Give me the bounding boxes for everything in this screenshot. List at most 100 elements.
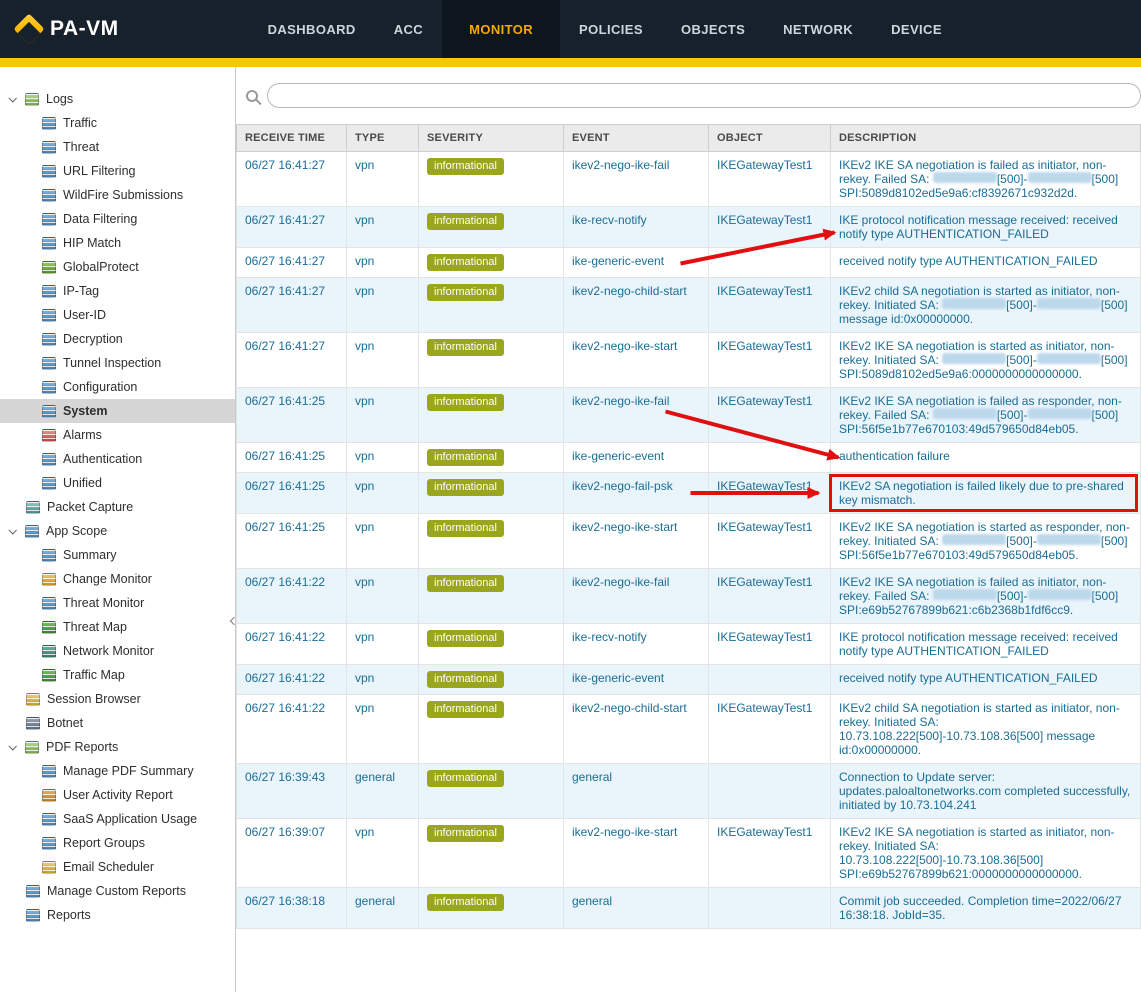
cell-object <box>709 888 831 929</box>
cell-object: IKEGatewayTest1 <box>709 278 831 333</box>
column-header-object[interactable]: OBJECT <box>709 125 831 152</box>
severity-badge: informational <box>427 479 504 496</box>
column-header-receive-time[interactable]: RECEIVE TIME <box>237 125 347 152</box>
log-row[interactable]: 06/27 16:41:27vpninformationalikev2-nego… <box>237 152 1141 207</box>
email-scheduler-icon <box>42 861 56 874</box>
sidebar-item-manage-pdf-summary[interactable]: Manage PDF Summary <box>0 759 235 783</box>
chevron-down-icon[interactable] <box>8 94 16 102</box>
cell-description: IKEv2 IKE SA negotiation is failed as re… <box>831 388 1141 443</box>
data-filtering-icon <box>42 213 56 226</box>
tab-objects[interactable]: OBJECTS <box>662 0 764 58</box>
log-filter-input[interactable] <box>267 83 1141 108</box>
sidebar-item-pdf-reports[interactable]: PDF Reports <box>0 735 235 759</box>
sidebar-item-manage-custom-reports[interactable]: Manage Custom Reports <box>0 879 235 903</box>
tab-acc[interactable]: ACC <box>375 0 442 58</box>
sidebar-item-saas-application-usage[interactable]: SaaS Application Usage <box>0 807 235 831</box>
botnet-icon <box>26 717 40 730</box>
sidebar-item-data-filtering[interactable]: Data Filtering <box>0 207 235 231</box>
sidebar-item-user-id[interactable]: User-ID <box>0 303 235 327</box>
severity-badge: informational <box>427 158 504 175</box>
log-row[interactable]: 06/27 16:38:18generalinformationalgenera… <box>237 888 1141 929</box>
sidebar-item-url-filtering[interactable]: URL Filtering <box>0 159 235 183</box>
sidebar-item-session-browser[interactable]: Session Browser <box>0 687 235 711</box>
log-row[interactable]: 06/27 16:39:07vpninformationalikev2-nego… <box>237 819 1141 888</box>
tab-device[interactable]: DEVICE <box>872 0 961 58</box>
sidebar-item-globalprotect[interactable]: GlobalProtect <box>0 255 235 279</box>
cell-description: IKE protocol notification message receiv… <box>831 207 1141 248</box>
search-icon <box>246 90 258 102</box>
sidebar-item-hip-match[interactable]: HIP Match <box>0 231 235 255</box>
column-header-type[interactable]: TYPE <box>347 125 419 152</box>
sidebar-item-label: Network Monitor <box>63 644 154 658</box>
log-row[interactable]: 06/27 16:41:27vpninformationalikev2-nego… <box>237 333 1141 388</box>
sidebar-collapse-handle[interactable] <box>228 598 240 644</box>
log-row[interactable]: 06/27 16:41:22vpninformationalike-recv-n… <box>237 624 1141 665</box>
redacted-ip <box>933 589 997 600</box>
column-header-description[interactable]: DESCRIPTION <box>831 125 1141 152</box>
sidebar-item-system[interactable]: System <box>0 399 235 423</box>
sidebar-item-report-groups[interactable]: Report Groups <box>0 831 235 855</box>
sidebar-item-wildfire-submissions[interactable]: WildFire Submissions <box>0 183 235 207</box>
sidebar-item-network-monitor[interactable]: Network Monitor <box>0 639 235 663</box>
tab-monitor[interactable]: MONITOR <box>442 0 560 58</box>
severity-badge: informational <box>427 894 504 911</box>
cell-severity: informational <box>419 248 564 278</box>
sidebar-item-configuration[interactable]: Configuration <box>0 375 235 399</box>
log-row[interactable]: 06/27 16:41:22vpninformationalike-generi… <box>237 665 1141 695</box>
sidebar-item-authentication[interactable]: Authentication <box>0 447 235 471</box>
cell-description: IKEv2 IKE SA negotiation is failed as in… <box>831 152 1141 207</box>
column-header-event[interactable]: EVENT <box>564 125 709 152</box>
sidebar-item-label: GlobalProtect <box>63 260 139 274</box>
sidebar-item-ip-tag[interactable]: IP-Tag <box>0 279 235 303</box>
redacted-ip <box>1037 353 1101 364</box>
sidebar-item-tunnel-inspection[interactable]: Tunnel Inspection <box>0 351 235 375</box>
tab-policies[interactable]: POLICIES <box>560 0 662 58</box>
cell-type: vpn <box>347 333 419 388</box>
log-row[interactable]: 06/27 16:41:22vpninformationalikev2-nego… <box>237 695 1141 764</box>
sidebar-item-traffic-map[interactable]: Traffic Map <box>0 663 235 687</box>
redacted-ip <box>942 353 1006 364</box>
cell-event: ikev2-nego-ike-fail <box>564 569 709 624</box>
sidebar-item-change-monitor[interactable]: Change Monitor <box>0 567 235 591</box>
sidebar-item-email-scheduler[interactable]: Email Scheduler <box>0 855 235 879</box>
log-row[interactable]: 06/27 16:41:22vpninformationalikev2-nego… <box>237 569 1141 624</box>
sidebar-item-packet-capture[interactable]: Packet Capture <box>0 495 235 519</box>
cell-severity: informational <box>419 333 564 388</box>
sidebar-item-reports[interactable]: Reports <box>0 903 235 927</box>
chevron-down-icon[interactable] <box>8 526 16 534</box>
cell-severity: informational <box>419 207 564 248</box>
log-row[interactable]: 06/27 16:39:43generalinformationalgenera… <box>237 764 1141 819</box>
log-row[interactable]: 06/27 16:41:25vpninformationalikev2-nego… <box>237 514 1141 569</box>
chevron-down-icon[interactable] <box>8 742 16 750</box>
sidebar-item-decryption[interactable]: Decryption <box>0 327 235 351</box>
cell-object: IKEGatewayTest1 <box>709 624 831 665</box>
sidebar-item-user-activity-report[interactable]: User Activity Report <box>0 783 235 807</box>
sidebar-item-app-scope[interactable]: App Scope <box>0 519 235 543</box>
hip-match-icon <box>42 237 56 250</box>
log-row[interactable]: 06/27 16:41:25vpninformationalikev2-nego… <box>237 473 1141 514</box>
cell-event: ikev2-nego-ike-fail <box>564 388 709 443</box>
sidebar-item-threat[interactable]: Threat <box>0 135 235 159</box>
sidebar-item-traffic[interactable]: Traffic <box>0 111 235 135</box>
log-row[interactable]: 06/27 16:41:27vpninformationalike-generi… <box>237 248 1141 278</box>
sidebar-item-summary[interactable]: Summary <box>0 543 235 567</box>
log-row[interactable]: 06/27 16:41:27vpninformationalike-recv-n… <box>237 207 1141 248</box>
log-row[interactable]: 06/27 16:41:25vpninformationalike-generi… <box>237 443 1141 473</box>
column-header-severity[interactable]: SEVERITY <box>419 125 564 152</box>
tab-network[interactable]: NETWORK <box>764 0 872 58</box>
sidebar-item-label: Threat <box>63 140 99 154</box>
manage-custom-reports-icon <box>26 885 40 898</box>
sidebar-item-logs[interactable]: Logs <box>0 87 235 111</box>
log-row[interactable]: 06/27 16:41:25vpninformationalikev2-nego… <box>237 388 1141 443</box>
sidebar-item-alarms[interactable]: Alarms <box>0 423 235 447</box>
sidebar-item-threat-map[interactable]: Threat Map <box>0 615 235 639</box>
sidebar-item-botnet[interactable]: Botnet <box>0 711 235 735</box>
cell-object: IKEGatewayTest1 <box>709 152 831 207</box>
cell-severity: informational <box>419 569 564 624</box>
cell-description: IKEv2 child SA negotiation is started as… <box>831 695 1141 764</box>
cell-event: ikev2-nego-fail-psk <box>564 473 709 514</box>
sidebar-item-threat-monitor[interactable]: Threat Monitor <box>0 591 235 615</box>
tab-dashboard[interactable]: DASHBOARD <box>249 0 375 58</box>
sidebar-item-unified[interactable]: Unified <box>0 471 235 495</box>
log-row[interactable]: 06/27 16:41:27vpninformationalikev2-nego… <box>237 278 1141 333</box>
